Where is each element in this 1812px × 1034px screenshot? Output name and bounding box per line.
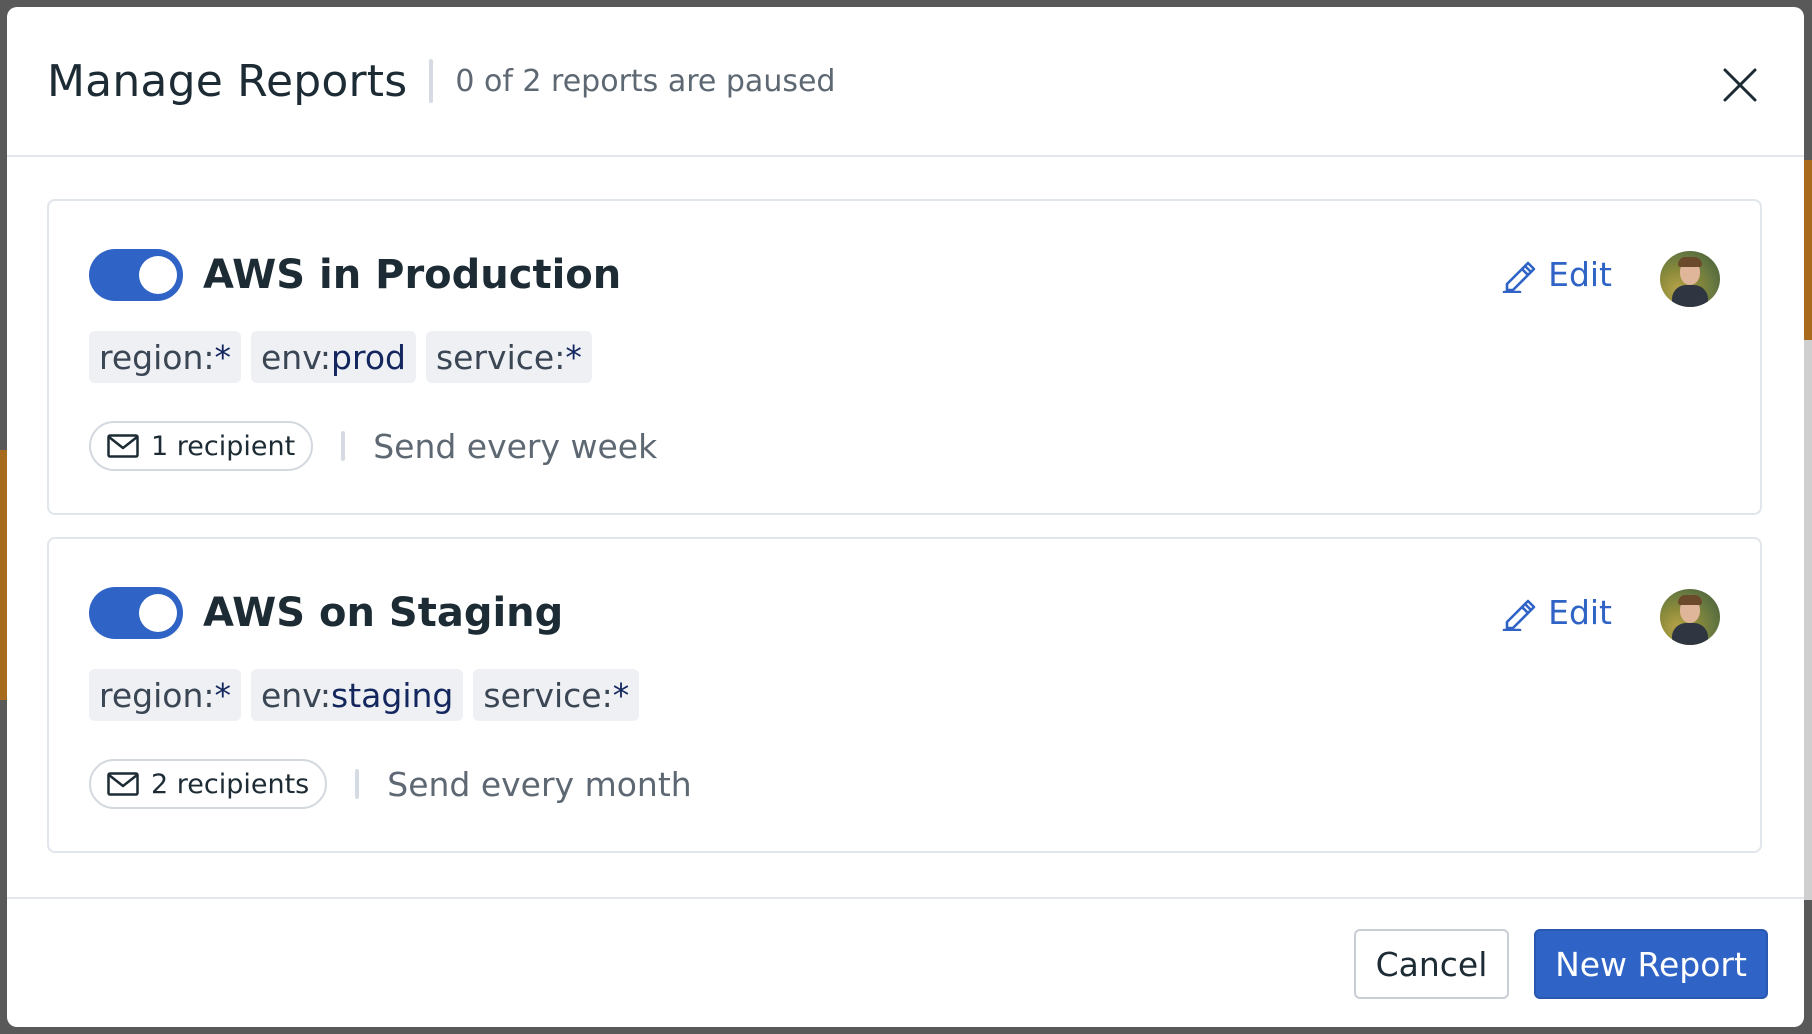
report-card: AWS on Staging region: * env: staging serv… xyxy=(47,537,1762,853)
owner-avatar xyxy=(1660,589,1720,645)
meta-divider xyxy=(355,769,360,799)
tag-value: * xyxy=(214,337,231,377)
pencil-icon xyxy=(1502,595,1536,631)
pencil-icon xyxy=(1502,257,1536,293)
report-meta: 1 recipient Send every week xyxy=(89,421,657,471)
modal-header: Manage Reports 0 of 2 reports are paused xyxy=(7,7,1804,157)
tag-value: * xyxy=(612,675,630,715)
tag-env: env: staging xyxy=(250,669,464,721)
report-enabled-toggle[interactable] xyxy=(89,587,183,639)
tag-value: * xyxy=(565,337,582,377)
report-name: AWS in Production xyxy=(203,252,622,298)
backdrop-strip xyxy=(1804,340,1812,900)
recipients-count: 2 recipients xyxy=(151,768,310,800)
mail-icon xyxy=(107,772,139,796)
owner-avatar xyxy=(1660,251,1720,307)
tag-key: region: xyxy=(99,337,215,377)
report-meta: 2 recipients Send every month xyxy=(89,759,692,809)
backdrop-strip xyxy=(1804,160,1812,340)
mail-icon xyxy=(107,434,139,458)
tag-key: env: xyxy=(260,337,332,377)
report-card: AWS in Production region: * env: prod serv… xyxy=(47,199,1762,515)
recipients-pill[interactable]: 2 recipients xyxy=(89,759,328,809)
recipients-count: 1 recipient xyxy=(151,430,296,462)
tag-region: region: * xyxy=(89,331,241,383)
report-enabled-toggle[interactable] xyxy=(89,249,183,301)
recipients-pill[interactable]: 1 recipient xyxy=(89,421,314,471)
tag-region: region: * xyxy=(89,669,241,721)
tag-key: service: xyxy=(435,337,566,377)
tag-key: region: xyxy=(99,675,215,715)
tag-key: env: xyxy=(260,675,332,715)
tag-service: service: * xyxy=(473,669,640,721)
report-tags: region: * env: prod service: * xyxy=(89,331,602,383)
meta-divider xyxy=(341,431,346,461)
modal-title: Manage Reports xyxy=(47,55,408,107)
edit-label: Edit xyxy=(1548,255,1612,294)
close-icon xyxy=(1723,68,1757,102)
modal-body: AWS in Production region: * env: prod serv… xyxy=(7,157,1804,853)
tag-key: service: xyxy=(483,675,613,715)
tag-value: prod xyxy=(331,337,406,377)
cancel-button[interactable]: Cancel xyxy=(1354,929,1509,999)
modal-footer: Cancel New Report xyxy=(7,897,1804,1027)
paused-count-text: 0 of 2 reports are paused xyxy=(455,63,836,99)
tag-value: * xyxy=(214,675,231,715)
new-report-button[interactable]: New Report xyxy=(1534,929,1768,999)
report-name: AWS on Staging xyxy=(203,590,564,636)
edit-report-button[interactable]: Edit xyxy=(1502,255,1612,294)
edit-report-button[interactable]: Edit xyxy=(1502,593,1612,632)
toggle-knob xyxy=(139,256,177,294)
close-button[interactable] xyxy=(1718,63,1762,107)
report-header: AWS on Staging xyxy=(89,587,563,639)
report-header: AWS in Production xyxy=(89,249,621,301)
tag-value: staging xyxy=(331,675,454,715)
schedule-text: Send every month xyxy=(387,764,692,804)
tag-env: env: prod xyxy=(250,331,416,383)
schedule-text: Send every week xyxy=(373,426,658,466)
report-tags: region: * env: staging service: * xyxy=(89,669,649,721)
edit-label: Edit xyxy=(1548,593,1612,632)
tag-service: service: * xyxy=(425,331,592,383)
toggle-knob xyxy=(139,594,177,632)
title-divider xyxy=(429,59,434,103)
manage-reports-modal: Manage Reports 0 of 2 reports are paused… xyxy=(7,7,1804,1027)
